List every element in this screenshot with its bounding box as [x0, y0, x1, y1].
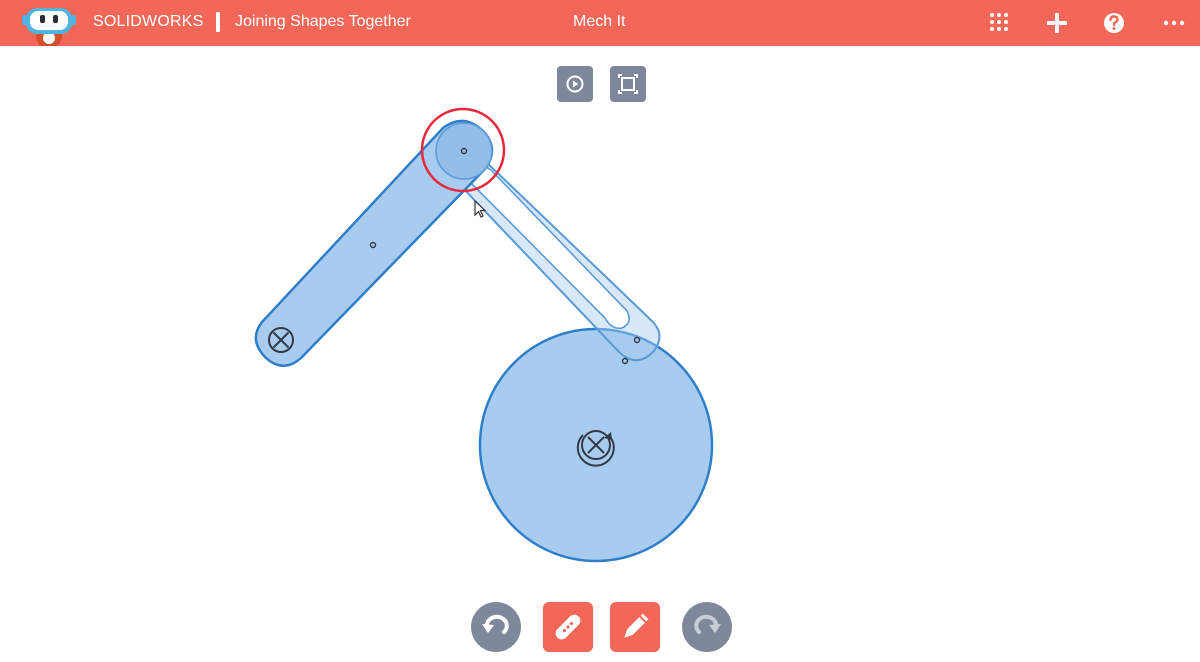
mouse-cursor-icon: [474, 200, 487, 218]
more-icon[interactable]: [1160, 9, 1188, 37]
app-name: Mech It: [573, 13, 626, 30]
pencil-icon: [624, 613, 649, 638]
brand-name: SOLIDWORKS: [93, 13, 204, 30]
top-bar: SOLIDWORKS Joining Shapes Together Mech …: [0, 0, 1200, 46]
plus-icon[interactable]: [1043, 9, 1071, 37]
draw-tool-button[interactable]: [610, 602, 660, 652]
mechanism-canvas[interactable]: [0, 46, 1200, 596]
redo-button[interactable]: [682, 602, 732, 652]
app-window: SOLIDWORKS Joining Shapes Together Mech …: [0, 0, 1200, 662]
ghost-link-shape[interactable]: [445, 146, 661, 365]
document-title[interactable]: Joining Shapes Together: [235, 13, 411, 31]
bandage-link-icon: [555, 614, 581, 640]
wheel-shape[interactable]: [478, 327, 714, 563]
redo-icon: [694, 614, 721, 634]
undo-button[interactable]: [471, 602, 521, 652]
link-tool-button[interactable]: [543, 602, 593, 652]
solid-link-shape[interactable]: [254, 119, 494, 367]
robot-logo-icon: [22, 8, 76, 46]
help-icon[interactable]: [1100, 9, 1128, 37]
apps-grid-icon[interactable]: [985, 9, 1013, 37]
title-separator: [216, 12, 220, 32]
undo-icon: [482, 614, 509, 634]
